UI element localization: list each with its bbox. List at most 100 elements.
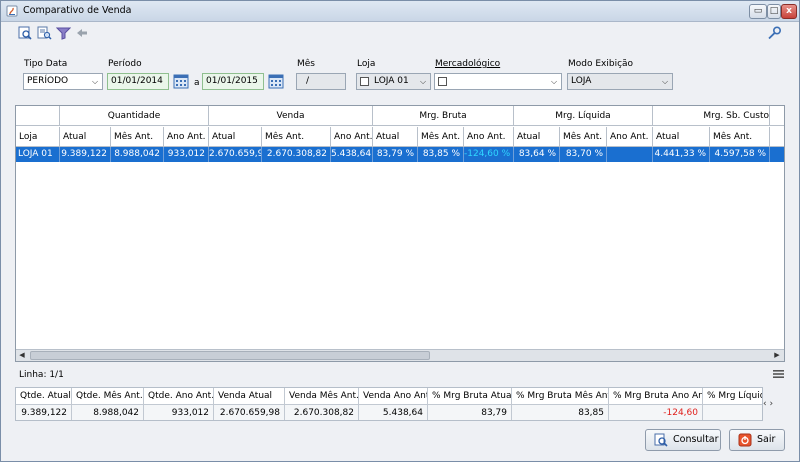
scroll-left-icon[interactable]: ‹: [763, 399, 767, 409]
table-cell[interactable]: 4.441,33 %: [653, 147, 710, 162]
calendar-icon[interactable]: [268, 73, 284, 89]
comparativo-venda-window: Comparativo de Venda ▭ □ x Tipo Data PER…: [0, 0, 800, 462]
filter-panel: Tipo Data PERÍODO ⌵ Período 01/01/2014 a…: [1, 51, 799, 95]
totals-header: Venda Mês Ant.: [285, 388, 359, 405]
totals-table: Qtde. Atual 9.389,122 Qtde. Mês Ant. 8.988,…: [15, 387, 763, 421]
totals-value: 2.670.308,82: [285, 405, 359, 420]
scrollbar-thumb[interactable]: [30, 351, 430, 360]
window-title: Comparativo de Venda: [23, 5, 132, 16]
table-cell[interactable]: [607, 147, 653, 162]
column-header[interactable]: Mês Ant.: [710, 127, 770, 147]
table-cell[interactable]: 83,85 %: [418, 147, 464, 162]
totals-header: % Mrg Bruta Ano Ant.: [609, 388, 703, 405]
totals-value: 933,012: [144, 405, 214, 420]
mercadologico-label[interactable]: Mercadológico: [435, 59, 500, 69]
totals-value: -124,60: [609, 405, 703, 420]
periodo-label: Período: [108, 59, 142, 69]
sair-button[interactable]: Sair: [729, 429, 785, 451]
search-doc-icon[interactable]: [18, 26, 33, 40]
table-cell[interactable]: LOJA 01: [16, 147, 60, 162]
column-header[interactable]: Mês Ant.: [262, 127, 331, 147]
consultar-label: Consultar: [673, 434, 719, 445]
maximize-button[interactable]: □: [767, 4, 781, 19]
table-cell[interactable]: 83,70 %: [560, 147, 607, 162]
column-header[interactable]: Atual: [514, 127, 560, 147]
totals-value: 83,79: [428, 405, 512, 420]
periodo-to-input[interactable]: 01/01/2015: [202, 73, 264, 90]
totals-value: 9.389,122: [16, 405, 72, 420]
table-cell[interactable]: -124,60 %: [464, 147, 514, 162]
modo-exibicao-select[interactable]: LOJA ⌵: [567, 73, 673, 90]
table-cell[interactable]: 8.988,042: [111, 147, 164, 162]
column-header[interactable]: Atual: [653, 127, 710, 147]
chevron-down-icon: ⌵: [550, 77, 558, 86]
group-header: Venda: [209, 106, 373, 126]
column-header[interactable]: Mês Ant.: [560, 127, 607, 147]
group-header: Mrg. Líquida: [514, 106, 653, 126]
totals-header: % Mrg Bruta Atual: [428, 388, 512, 405]
totals-value: [703, 405, 762, 420]
column-header[interactable]: Ano Ant.: [607, 127, 653, 147]
loja-select[interactable]: LOJA 01 ⌵: [356, 73, 431, 90]
minimize-icon: ▭: [753, 6, 763, 16]
scroll-right-icon[interactable]: ▶: [771, 350, 783, 361]
scroll-right-icon[interactable]: ›: [769, 399, 773, 409]
scroll-left-icon[interactable]: ◀: [16, 350, 28, 361]
table-cell[interactable]: 9.389,122: [60, 147, 111, 162]
totals-scroll-arrows[interactable]: ‹ ›: [763, 399, 773, 409]
column-header[interactable]: Ano Ant.: [464, 127, 514, 147]
consultar-button[interactable]: Consultar: [645, 429, 721, 451]
chevron-down-icon: ⌵: [661, 77, 669, 86]
column-header[interactable]: Mês Ant.: [111, 127, 164, 147]
chevron-down-icon: ⌵: [91, 77, 99, 86]
table-cell[interactable]: 5.438,64: [331, 147, 373, 162]
table-cell[interactable]: 2.670.659,98: [209, 147, 262, 162]
column-header-row: Loja Atual Mês Ant. Ano Ant. Atual Mês Ant. An…: [16, 127, 784, 147]
totals-header: Qtde. Atual: [16, 388, 72, 405]
table-cell[interactable]: 933,012: [164, 147, 209, 162]
table-cell[interactable]: 83,64 %: [514, 147, 560, 162]
column-header[interactable]: Atual: [60, 127, 111, 147]
calendar-icon[interactable]: [173, 73, 189, 89]
column-header[interactable]: Ano Ant.: [164, 127, 209, 147]
group-header-row: Quantidade Venda Mrg. Bruta Mrg. Líquida Mrg…: [16, 106, 784, 126]
back-arrow-icon[interactable]: [75, 26, 90, 40]
group-header: Quantidade: [60, 106, 209, 126]
mercadologico-checkbox[interactable]: [438, 77, 447, 86]
close-icon: x: [786, 6, 792, 16]
key-search-icon[interactable]: [767, 26, 782, 40]
totals-value: 5.438,64: [359, 405, 428, 420]
totals-header: Venda Atual: [214, 388, 285, 405]
exit-icon: [738, 433, 752, 447]
column-menu-icon[interactable]: [773, 369, 784, 379]
column-header[interactable]: Mês Ant.: [418, 127, 464, 147]
totals-header: % Mrg Bruta Mês Ant.: [512, 388, 609, 405]
column-header[interactable]: Atual: [373, 127, 418, 147]
chevron-down-icon: ⌵: [419, 77, 427, 86]
periodo-from-input[interactable]: 01/01/2014: [107, 73, 169, 90]
mercadologico-select[interactable]: ⌵: [434, 73, 562, 90]
table-cell[interactable]: 2.670.308,82: [262, 147, 331, 162]
sair-label: Sair: [757, 434, 776, 445]
comparison-table[interactable]: Quantidade Venda Mrg. Bruta Mrg. Líquida Mrg…: [15, 105, 785, 362]
horizontal-scrollbar[interactable]: ◀ ▶: [16, 349, 784, 361]
totals-header: % Mrg Líquida: [703, 388, 762, 405]
loja-checkbox[interactable]: [360, 77, 369, 86]
table-cell[interactable]: 4.597,58 %: [710, 147, 770, 162]
filter-icon[interactable]: [56, 26, 71, 40]
print-preview-icon[interactable]: [37, 26, 52, 40]
modo-exibicao-value: LOJA: [571, 76, 592, 86]
mes-input[interactable]: /: [296, 73, 346, 90]
column-header[interactable]: Ano Ant.: [331, 127, 373, 147]
minimize-button[interactable]: ▭: [749, 4, 767, 19]
maximize-icon: □: [769, 6, 779, 16]
column-header[interactable]: Atual: [209, 127, 262, 147]
close-button[interactable]: x: [781, 4, 797, 19]
table-cell[interactable]: 83,79 %: [373, 147, 418, 162]
title-bar[interactable]: Comparativo de Venda ▭ □ x: [1, 1, 799, 22]
group-header: Mrg. Sb. Custo: [653, 106, 770, 126]
tipo-data-select[interactable]: PERÍODO ⌵: [23, 73, 103, 90]
column-header[interactable]: Loja: [16, 127, 60, 147]
periodo-from-value: 01/01/2014: [111, 76, 163, 86]
table-row[interactable]: LOJA 01 9.389,122 8.988,042 933,012 2.670.65…: [16, 147, 784, 162]
